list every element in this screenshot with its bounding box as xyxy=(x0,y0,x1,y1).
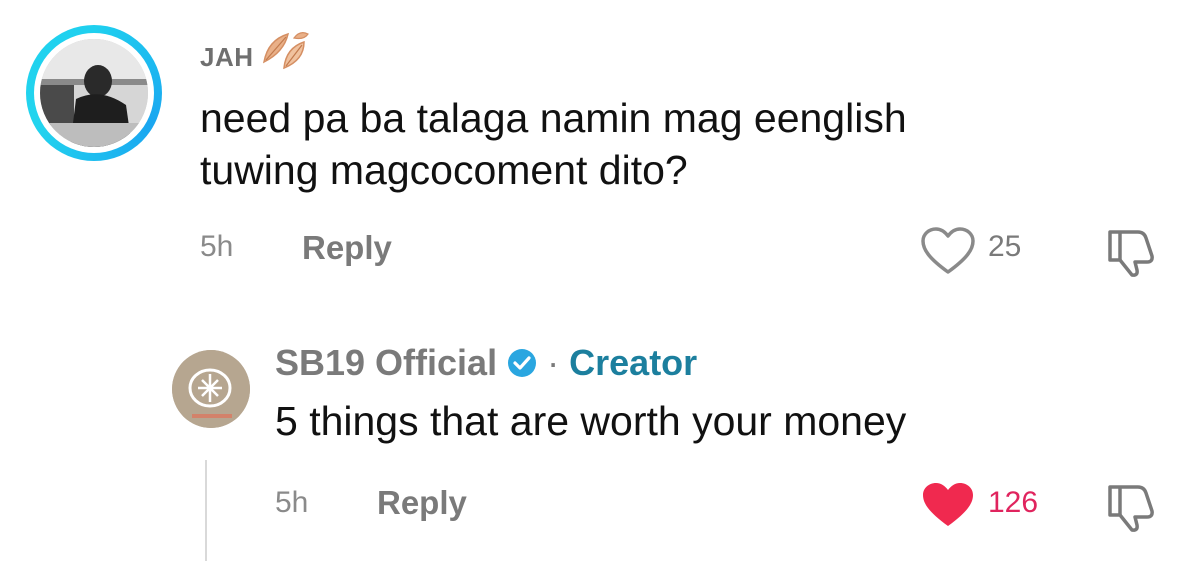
leaf-icon xyxy=(258,28,314,83)
heart-outline-icon[interactable] xyxy=(920,226,976,281)
thread-line xyxy=(205,460,207,561)
heart-filled-icon[interactable] xyxy=(920,480,976,535)
verified-check-icon xyxy=(507,345,537,387)
like-count: 25 xyxy=(988,230,1022,263)
comment-timestamp: 5h xyxy=(200,230,234,263)
creator-header: SB19 Official · Creator xyxy=(275,342,697,387)
thumbs-down-icon[interactable] xyxy=(1104,226,1158,283)
comment-username[interactable]: JAH xyxy=(200,42,254,73)
avatar[interactable] xyxy=(40,39,148,147)
reply-button[interactable]: Reply xyxy=(302,229,392,267)
thumbs-down-icon[interactable] xyxy=(1104,481,1158,538)
creator-avatar[interactable] xyxy=(172,350,250,428)
reply-button[interactable]: Reply xyxy=(377,484,467,522)
like-count: 126 xyxy=(988,486,1039,519)
comment-timestamp: 5h xyxy=(275,486,309,519)
separator-dot: · xyxy=(547,342,560,383)
comment-text-line: tuwing magcocoment dito? xyxy=(200,147,688,193)
comment-text: 5 things that are worth your money xyxy=(275,398,907,444)
creator-badge: Creator xyxy=(569,342,698,383)
comment-text-line: need pa ba talaga namin mag eenglish xyxy=(200,95,907,141)
comment-text: need pa ba talaga namin mag eenglish tuw… xyxy=(200,92,1100,196)
comment-username[interactable]: SB19 Official xyxy=(275,342,497,383)
